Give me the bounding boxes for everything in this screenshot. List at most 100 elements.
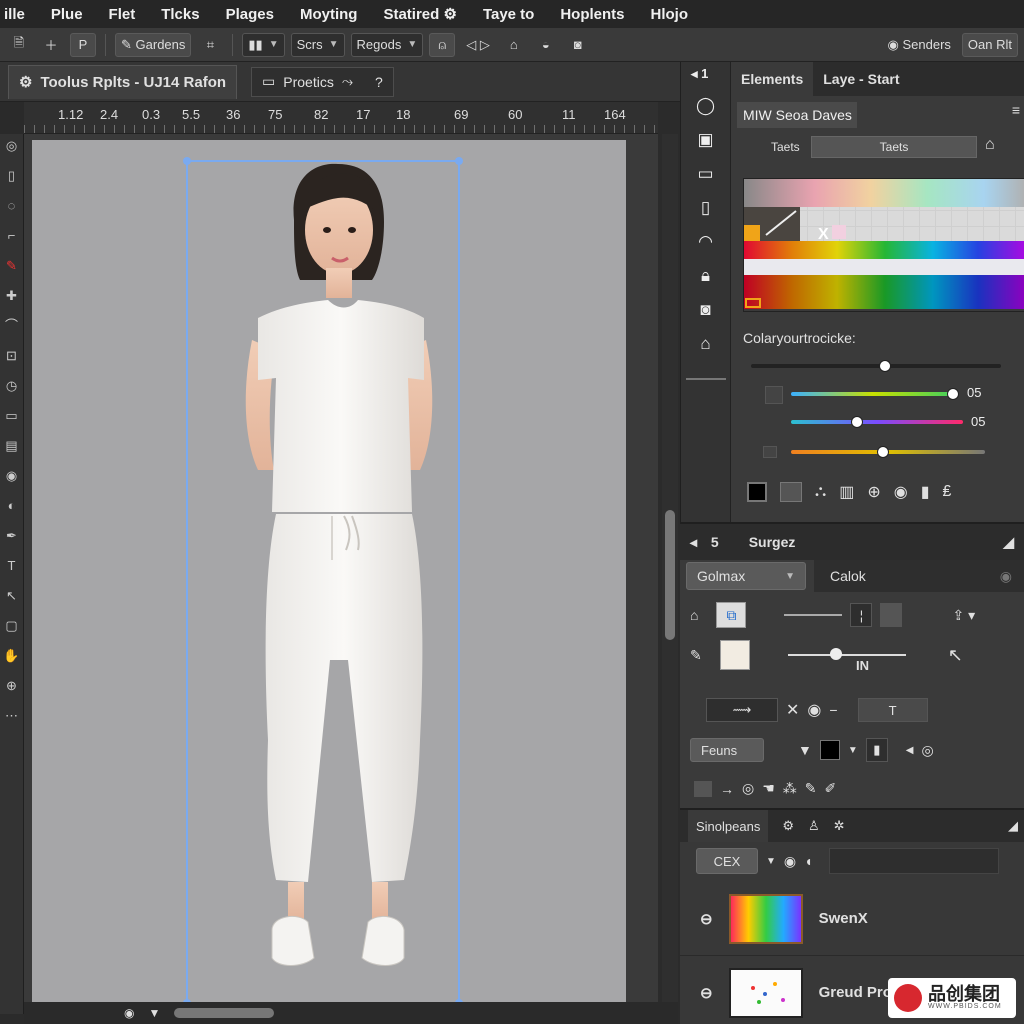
selection-bounding-box[interactable]	[183, 157, 463, 1007]
text-tool-button[interactable]: T	[857, 698, 928, 722]
history-icon[interactable]: ◯	[696, 96, 715, 116]
eraser-tool-icon[interactable]: ▭	[5, 408, 17, 424]
foreground-color-swatch[interactable]	[747, 482, 767, 502]
crop-tool-icon[interactable]: ⌐	[8, 228, 16, 244]
blend-dropdown[interactable]: Regods ▼	[350, 32, 424, 57]
close-icon[interactable]: ✕	[786, 700, 799, 720]
square-icon[interactable]	[694, 780, 712, 797]
move-tool-icon[interactable]: ◎	[6, 138, 17, 154]
sample-button[interactable]: ◉ Senders	[883, 33, 956, 57]
caret-down-icon[interactable]: ▼	[798, 742, 812, 758]
transform-handle[interactable]	[183, 157, 191, 165]
color-dropdown[interactable]: Calok ◉	[814, 560, 1024, 592]
preset-dropdown[interactable]: Golmax ▼	[686, 562, 806, 590]
right-option-button[interactable]: Oan Rlt	[961, 32, 1018, 57]
menu-item-window[interactable]: Hoplents	[547, 6, 637, 23]
background-color-swatch[interactable]	[780, 482, 802, 502]
visibility-icon[interactable]: ⊖	[700, 984, 713, 1002]
marquee-tool-icon[interactable]: ▯	[8, 168, 15, 184]
visibility-icon[interactable]: ⊖	[700, 910, 713, 928]
pen-icon[interactable]: ✐	[825, 780, 837, 797]
menu-item-help[interactable]: Hlojo	[638, 6, 702, 23]
gradient-tool-icon[interactable]: ▤	[5, 438, 17, 454]
settings-icon[interactable]: ✲	[834, 818, 845, 834]
size-dropdown[interactable]: ▮▮ ▼	[242, 32, 285, 57]
shield-icon[interactable]: ◒	[533, 33, 559, 57]
scroll-thumb[interactable]	[665, 510, 675, 640]
dodge-tool-icon[interactable]: ◐	[8, 498, 16, 514]
target-icon[interactable]: ◉	[894, 482, 908, 502]
swatches-grid[interactable]: X	[743, 178, 1024, 312]
tab-elements[interactable]: Elements	[731, 62, 814, 96]
preset-picker-button[interactable]: P	[70, 32, 96, 57]
wifi-icon[interactable]: ◠	[698, 232, 713, 252]
lock-icon[interactable]: 🔒︎	[701, 266, 710, 286]
more-tools-icon[interactable]: ⋯	[5, 708, 18, 724]
home-icon[interactable]: ⌂	[985, 136, 995, 154]
shape-tool-icon[interactable]: ▢	[5, 618, 17, 634]
filter-shape-icon[interactable]: ◖	[804, 853, 812, 869]
layer-item[interactable]: ⊖ SwenX	[680, 882, 1024, 956]
zoom-circle-icon[interactable]: ◉	[124, 1006, 134, 1020]
caret-down-icon[interactable]: ▼	[148, 1006, 160, 1020]
upload-icon[interactable]: ⇪ ▾	[952, 607, 975, 624]
menu-item-file[interactable]: ille	[0, 6, 38, 23]
device-icon[interactable]: ▮	[921, 482, 930, 502]
channel-toggle[interactable]	[765, 386, 783, 404]
caret-down-icon[interactable]: ▼	[848, 745, 858, 756]
share-icon[interactable]: ⤳	[342, 73, 353, 90]
path-tool-icon[interactable]: ↖	[6, 588, 17, 604]
slider-knob[interactable]	[829, 648, 842, 660]
gear-icon[interactable]: ⚙	[782, 818, 794, 834]
history-tool-icon[interactable]: ◷	[6, 378, 17, 394]
document-tab-secondary[interactable]: ▭ Proetics ⤳ ?	[251, 66, 394, 97]
caret-left-icon[interactable]: ◀	[906, 745, 914, 756]
opacity-slider[interactable]	[784, 614, 843, 616]
eyedropper-icon[interactable]: ✎	[690, 647, 702, 664]
document-tab-active[interactable]: ⚙ Toolus Rplts - UJ14 Rafon	[8, 64, 238, 99]
menu-item-view[interactable]: Taye to	[470, 6, 547, 23]
blur-tool-icon[interactable]: ◉	[6, 468, 17, 484]
mode-dropdown[interactable]: Scrs ▼	[290, 32, 345, 57]
scroll-thumb[interactable]	[174, 1008, 275, 1018]
magnifier-icon[interactable]: ⊕	[867, 482, 880, 502]
lock-icon[interactable]: ⌂	[690, 607, 698, 623]
opacity-field[interactable]	[880, 603, 903, 627]
opacity-stepper[interactable]: ¦	[850, 603, 873, 627]
slider-knob[interactable]	[947, 388, 959, 400]
menu-item-filter[interactable]: Statired ⚙	[370, 5, 469, 23]
frame-icon[interactable]: ⌂	[501, 33, 527, 57]
book-icon[interactable]: ▥	[839, 482, 854, 502]
cup-icon[interactable]: ◙	[565, 33, 591, 57]
rectangle-icon[interactable]: ▭	[697, 164, 713, 184]
channel-toggle[interactable]	[763, 446, 777, 458]
menu-item-type[interactable]: Plages	[213, 6, 287, 23]
caret-down-icon[interactable]: ▼	[766, 856, 776, 867]
shirt-icon[interactable]: ♙	[808, 818, 820, 834]
heal-tool-icon[interactable]: ✚	[6, 288, 17, 304]
brush-preset-button[interactable]: ✎ Gardens	[115, 32, 192, 57]
home-icon[interactable]: ⌂	[700, 334, 710, 354]
paint-drop-icon[interactable]: ⛬	[815, 483, 826, 501]
zoom-tool-icon[interactable]: ⊕	[6, 678, 17, 694]
user-icon[interactable]: ⍝	[429, 32, 456, 57]
camera-icon[interactable]: ◙	[700, 300, 710, 320]
hand-icon[interactable]: ☚	[762, 780, 775, 797]
plus-icon[interactable]: ＋	[38, 33, 64, 57]
color-slider-3[interactable]	[791, 446, 985, 458]
refresh-icon[interactable]: ◎	[921, 742, 933, 759]
transform-handle[interactable]	[455, 157, 463, 165]
airbrush-icon[interactable]: ⌗	[197, 33, 223, 57]
tab-layers[interactable]: Sinolpeans	[688, 810, 769, 842]
link-icon-button[interactable]: ⧉	[716, 602, 747, 628]
color-slider-2[interactable]	[791, 416, 963, 428]
layers-search-field[interactable]	[828, 848, 999, 874]
slider-knob[interactable]	[879, 360, 891, 372]
slider-knob[interactable]	[877, 446, 889, 458]
eyedropper-tool-icon[interactable]: ✎	[6, 258, 17, 274]
currency-icon[interactable]: ₤	[943, 483, 952, 501]
menu-item-edit[interactable]: Plue	[38, 6, 96, 23]
fill-slider[interactable]	[787, 648, 906, 660]
brush-thumb[interactable]	[719, 640, 750, 670]
horizontal-scrollbar[interactable]: ◉ ▼	[24, 1002, 678, 1024]
